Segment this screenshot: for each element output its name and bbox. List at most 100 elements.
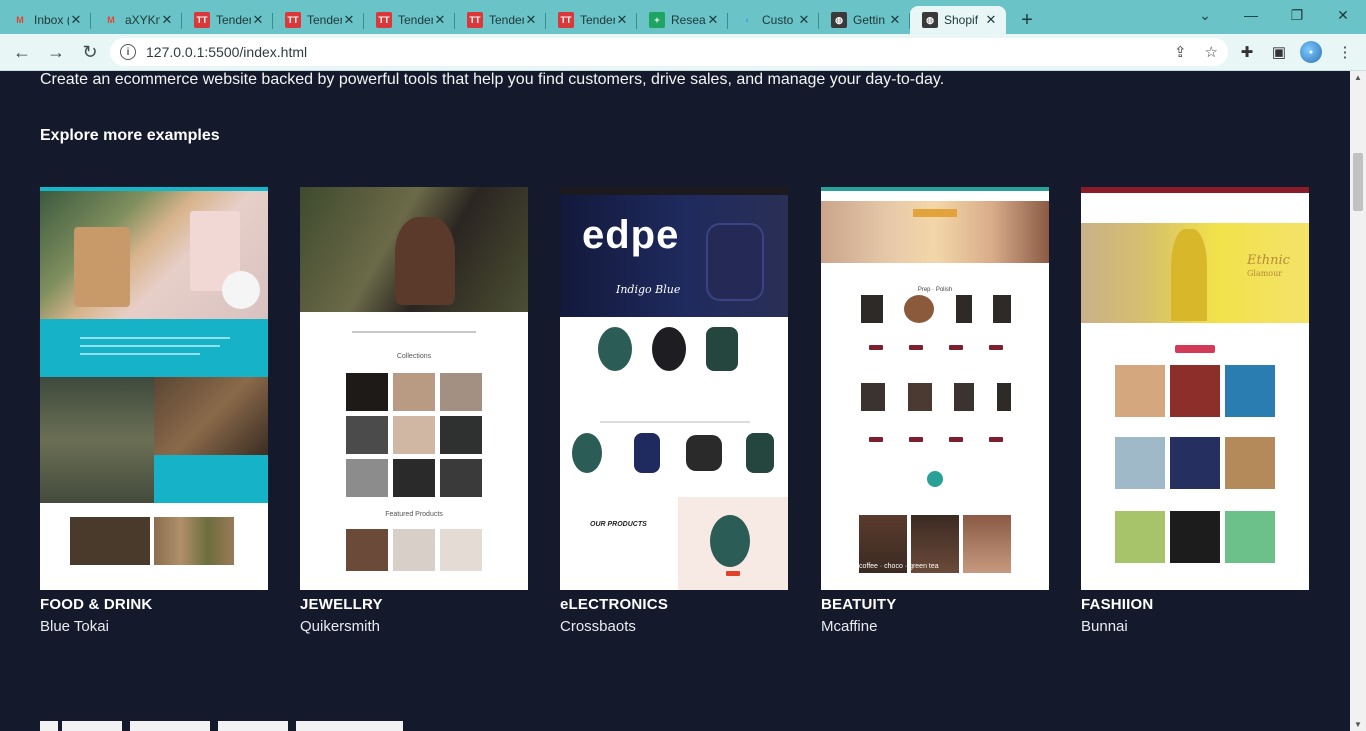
back-icon[interactable]: ← [6,38,38,66]
example-thumbnail-mcaffine[interactable]: Prep · Polish coffee · choco · green tea [821,187,1049,590]
example-thumbnail-blue-tokai[interactable] [40,187,268,590]
gmail-icon: M [16,15,24,25]
ethnic-subtitle: Glamour [1247,269,1283,278]
tt-icon: TT [376,12,392,28]
avatar: ● [1300,41,1322,63]
edpe-logo: edpe [582,213,680,257]
example-thumbnail-bunnai[interactable]: Ethnic Glamour [1081,187,1309,590]
page-scrollbar[interactable]: ▲ ▼ [1350,71,1366,731]
close-window-icon[interactable]: ✕ [1320,0,1366,30]
example-card-jewellry[interactable]: Collections Featured Products JEWELLRY Q… [300,187,528,635]
tab-close-icon[interactable]: ✕ [797,12,811,28]
tt-icon: TT [194,12,210,28]
example-card-fashion[interactable]: Ethnic Glamour FASHIION Bunnai [1081,187,1309,635]
address-bar[interactable]: i 127.0.0.1:5500/index.html ⇪ ☆ [110,38,1228,66]
tt-icon: TT [467,12,483,28]
browser-tab-9[interactable]: ◍ Gettin ✕ [819,7,910,33]
page-content: Create an ecommerce website backed by po… [0,71,1350,731]
extensions-puzzle-icon[interactable]: ✚ [1232,34,1262,70]
tab-close-icon[interactable]: ✕ [251,12,265,28]
example-thumbnail-quikersmith[interactable]: Collections Featured Products [300,187,528,590]
browser-tab-7[interactable]: + Resear ✕ [637,7,728,33]
example-thumbnail-crossbaots[interactable]: edpe Indigo Blue OUR PRODUCTS [560,187,788,590]
browser-tab-8[interactable]: ◐ Custo ✕ [728,7,819,33]
tab-title: aXYKn [125,13,160,27]
tab-title: Inbox ( [34,13,69,27]
bookmark-star-icon[interactable]: ☆ [1205,43,1218,61]
beauty-brand-strip: Prep · Polish [917,287,953,293]
globe-icon: ◍ [831,12,847,28]
globe-icon: ◍ [922,12,938,28]
example-category: eLECTRONICS [560,596,669,613]
example-category: BEATUITY [821,596,897,613]
side-panel-icon[interactable]: ▣ [1264,34,1294,70]
browser-toolbar: ← → ↻ i 127.0.0.1:5500/index.html ⇪ ☆ ✚ … [0,34,1366,71]
jewel-collections-label: Collections [396,353,432,360]
tab-title: Tender [398,13,433,27]
example-brand-link[interactable]: Mcaffine [821,618,1049,635]
example-category: FOOD & DRINK [40,596,153,613]
tab-close-icon[interactable]: ✕ [69,12,83,28]
tab-close-icon[interactable]: ✕ [342,12,356,28]
share-icon[interactable]: ⇪ [1174,43,1187,61]
browser-tab-0[interactable]: M Inbox (✕ [0,7,91,33]
browser-tab-3[interactable]: TT Tender ✕ [273,7,364,33]
profile-avatar[interactable]: ● [1296,34,1326,70]
tt-icon: TT [558,12,574,28]
tab-title: Tender [307,13,342,27]
tab-title: Tender [489,13,524,27]
intro-text: Create an ecommerce website backed by po… [40,71,945,88]
edpe-our-products: OUR PRODUCTS [590,521,647,528]
example-category: FASHIION [1081,596,1154,613]
tab-close-icon[interactable]: ✕ [524,12,538,28]
example-brand-link[interactable]: Blue Tokai [40,618,268,635]
customer-icon: ◐ [745,15,751,25]
tab-close-icon[interactable]: ✕ [984,12,998,28]
sheets-icon: + [649,12,665,28]
tab-title: Tender [216,13,251,27]
tab-title: Tender [580,13,615,27]
tab-close-icon[interactable]: ✕ [888,12,902,28]
browser-tab-5[interactable]: TT Tender ✕ [455,7,546,33]
example-brand-link[interactable]: Crossbaots [560,618,788,635]
tab-title: Custo [762,13,794,27]
scroll-up-arrow-icon[interactable]: ▲ [1354,73,1362,82]
new-tab-button[interactable]: + [1012,7,1042,33]
url-text[interactable]: 127.0.0.1:5500/index.html [146,44,307,60]
browser-tab-1[interactable]: MaXYKn ✕ [91,7,182,33]
browser-tab-10[interactable]: ◍ Shopif ✕ [910,6,1006,34]
explore-heading: Explore more examples [40,127,220,144]
example-card-beauty[interactable]: Prep · Polish coffee · choco · green tea… [821,187,1049,635]
tab-title: Resear [671,13,706,27]
example-card-electronics[interactable]: edpe Indigo Blue OUR PRODUCTS eLECTRONIC… [560,187,788,635]
browser-tab-4[interactable]: TT Tender ✕ [364,7,455,33]
forward-icon[interactable]: → [40,38,72,66]
edpe-subtitle: Indigo Blue [616,283,681,296]
scrollbar-thumb[interactable] [1353,153,1363,211]
example-category: JEWELLRY [300,596,383,613]
tab-title: Gettin [853,13,886,27]
browser-tab-2[interactable]: TT Tender ✕ [182,7,273,33]
site-info-icon[interactable]: i [120,44,136,60]
ethnic-title: Ethnic [1247,253,1290,268]
tab-search-icon[interactable]: ⌄ [1182,0,1228,30]
menu-kebab-icon[interactable]: ⋮ [1330,34,1360,70]
beauty-variants: coffee · choco · green tea [859,563,939,570]
tab-close-icon[interactable]: ✕ [615,12,629,28]
next-section-heading-partial [40,721,403,731]
minimize-icon[interactable]: — [1228,0,1274,30]
tab-close-icon[interactable]: ✕ [433,12,447,28]
tab-close-icon[interactable]: ✕ [160,12,174,28]
reload-icon[interactable]: ↻ [74,38,106,66]
tab-title: Shopif [944,13,979,27]
example-card-food-drink[interactable]: FOOD & DRINK Blue Tokai [40,187,268,635]
scroll-down-arrow-icon[interactable]: ▼ [1354,720,1362,729]
browser-tab-strip: M Inbox (✕ MaXYKn ✕ TT Tender ✕ TT Tender ✕ TT Tend… [0,0,1366,34]
browser-tab-6[interactable]: TT Tender ✕ [546,7,637,33]
example-brand-link[interactable]: Quikersmith [300,618,528,635]
restore-icon[interactable]: ❐ [1274,0,1320,30]
example-brand-link[interactable]: Bunnai [1081,618,1309,635]
tab-close-icon[interactable]: ✕ [706,12,720,28]
tt-icon: TT [285,12,301,28]
gmail-icon: M [107,15,115,25]
